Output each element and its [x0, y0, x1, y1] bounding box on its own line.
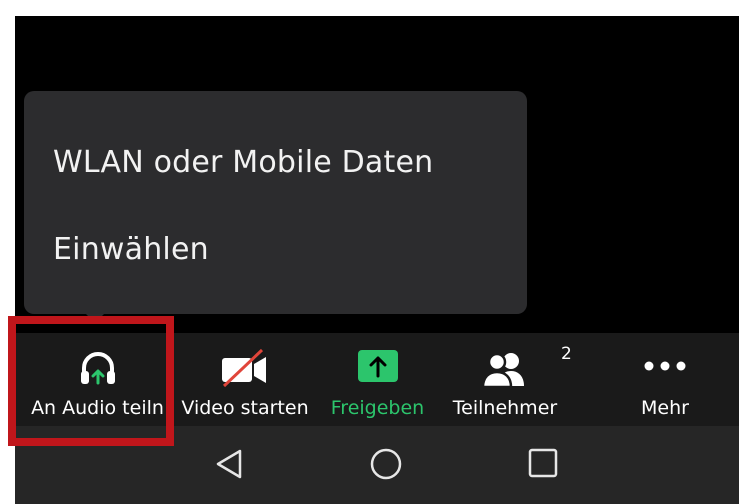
- share-button[interactable]: Freigeben: [320, 333, 435, 426]
- join-audio-button[interactable]: An Audio teiln: [15, 333, 180, 426]
- more-dots-icon: [643, 357, 687, 376]
- home-circle-icon[interactable]: [368, 447, 404, 487]
- join-audio-label: An Audio teiln: [31, 397, 164, 419]
- menu-item-wifi-mobile-data[interactable]: WLAN oder Mobile Daten: [53, 145, 433, 180]
- start-video-label: Video starten: [181, 397, 309, 419]
- meeting-screen: WLAN oder Mobile Daten Einwählen An Audi…: [15, 16, 739, 504]
- recents-square-icon[interactable]: [526, 447, 560, 485]
- video-off-icon: [218, 348, 272, 392]
- participants-count-badge: 2: [561, 344, 572, 364]
- headphones-icon: [78, 348, 118, 392]
- start-video-button[interactable]: Video starten: [175, 333, 315, 426]
- participants-label: Teilnehmer: [452, 397, 558, 419]
- more-button[interactable]: Mehr: [600, 333, 730, 426]
- share-up-arrow-icon: [357, 348, 399, 388]
- android-navigation-bar: [15, 426, 739, 504]
- back-triangle-icon[interactable]: [212, 447, 246, 485]
- participants-icon: [480, 348, 530, 392]
- more-label: Mehr: [641, 397, 689, 419]
- audio-options-menu: WLAN oder Mobile Daten Einwählen: [24, 91, 527, 314]
- participants-button[interactable]: Teilnehmer: [440, 333, 570, 426]
- menu-item-dial-in[interactable]: Einwählen: [53, 232, 209, 267]
- share-label: Freigeben: [330, 397, 425, 419]
- menu-pointer: [86, 314, 104, 323]
- meeting-toolbar: An Audio teiln Video starten Freigeben T…: [15, 333, 739, 426]
